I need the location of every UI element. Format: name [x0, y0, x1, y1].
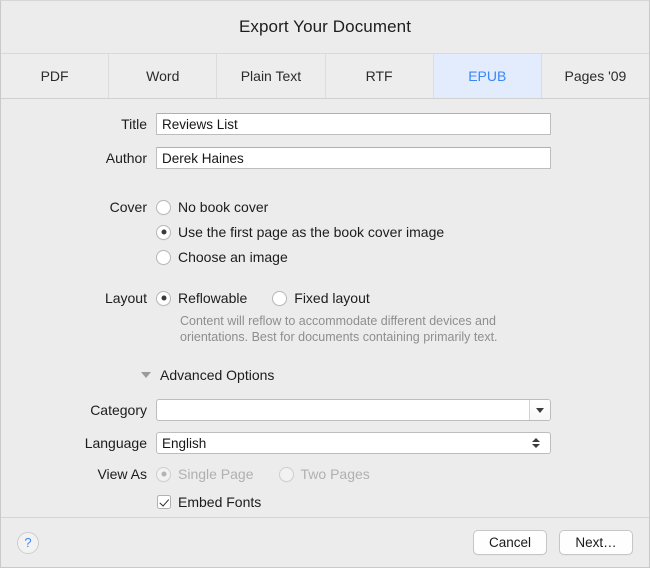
radio-icon-no-book-cover: [156, 199, 171, 215]
tab-pdf[interactable]: PDF: [1, 54, 110, 98]
radio-label-no-book-cover: No book cover: [178, 199, 269, 215]
embed-fonts-label: Embed Fonts: [178, 494, 262, 510]
tab-word[interactable]: Word: [109, 54, 218, 98]
category-row: Category: [1, 399, 649, 421]
radio-icon-two-pages: [278, 466, 294, 482]
radio-label-choose-an-image: Choose an image: [178, 249, 288, 265]
radio-label-use-first-page: Use the first page as the book cover ima…: [178, 224, 445, 240]
radio-choose-an-image[interactable]: Choose an image: [156, 249, 288, 265]
radio-label-two-pages: Two Pages: [300, 466, 370, 482]
dialog-titlebar: Export Your Document: [1, 1, 649, 53]
chevron-down-icon[interactable]: [529, 400, 550, 420]
advanced-options-disclosure[interactable]: Advanced Options: [141, 367, 274, 383]
view-as-label: View As: [97, 466, 147, 482]
author-label: Author: [105, 150, 147, 166]
radio-icon-use-first-page: [156, 224, 171, 240]
radio-icon-choose-an-image: [156, 249, 171, 265]
radio-fixed-layout[interactable]: Fixed layout: [272, 290, 370, 306]
radio-label-reflowable: Reflowable: [178, 290, 248, 306]
advanced-options-label: Advanced Options: [160, 367, 275, 383]
author-row: Author Derek Haines: [1, 147, 649, 169]
layout-label: Layout: [104, 290, 147, 306]
author-input[interactable]: Derek Haines: [156, 147, 551, 169]
radio-reflowable[interactable]: Reflowable: [156, 290, 247, 306]
language-popup-button[interactable]: English: [156, 432, 551, 454]
view-as-row: View As Single Page Two Pages: [1, 466, 649, 482]
radio-label-fixed-layout: Fixed layout: [294, 290, 370, 306]
radio-icon-fixed-layout: [272, 290, 288, 306]
title-label: Title: [121, 116, 147, 132]
title-row: Title Reviews List: [1, 113, 649, 135]
radio-icon-single-page: [156, 466, 171, 482]
tab-rtf[interactable]: RTF: [325, 54, 434, 98]
layout-help-row: Content will reflow to accommodate diffe…: [1, 313, 649, 345]
cover-option-row-2: Use the first page as the book cover ima…: [1, 224, 649, 240]
category-combobox[interactable]: [156, 399, 551, 421]
dialog-title: Export Your Document: [238, 17, 412, 36]
radio-icon-reflowable: [156, 290, 171, 306]
cover-row: Cover No book cover: [1, 199, 649, 215]
category-label: Category: [90, 402, 147, 418]
help-button[interactable]: ?: [17, 531, 39, 554]
triangle-down-icon: [141, 372, 151, 378]
language-label: Language: [84, 435, 147, 451]
dialog-footer: ? Cancel Next…: [1, 517, 649, 567]
export-options-panel: Title Reviews List Author Derek Haines C…: [1, 113, 649, 532]
radio-use-first-page[interactable]: Use the first page as the book cover ima…: [156, 224, 444, 240]
embed-fonts-checkbox[interactable]: Embed Fonts: [157, 494, 261, 510]
radio-no-book-cover[interactable]: No book cover: [156, 199, 268, 215]
tab-plain-text[interactable]: Plain Text: [217, 54, 326, 98]
language-value: English: [162, 435, 207, 451]
export-dialog-window: Export Your Document PDF Word Plain Text…: [0, 0, 650, 568]
cover-option-row-3: Choose an image: [1, 249, 649, 265]
updown-chevron-icon: [529, 437, 543, 449]
format-tab-bar: PDF Word Plain Text RTF EPUB Pages '09: [1, 53, 649, 99]
title-input[interactable]: Reviews List: [156, 113, 551, 135]
advanced-options-row: Advanced Options: [1, 367, 649, 383]
tab-epub[interactable]: EPUB: [433, 54, 542, 98]
radio-label-single-page: Single Page: [178, 466, 254, 482]
cancel-button[interactable]: Cancel: [473, 530, 547, 555]
tab-pages-09[interactable]: Pages '09: [541, 54, 649, 98]
embed-fonts-row: Embed Fonts: [1, 494, 649, 510]
next-button[interactable]: Next…: [559, 530, 633, 555]
layout-help-text: Content will reflow to accommodate diffe…: [180, 314, 498, 344]
radio-single-page: Single Page: [156, 466, 254, 482]
radio-two-pages: Two Pages: [278, 466, 370, 482]
checkmark-icon: [157, 495, 171, 509]
language-row: Language English: [1, 432, 649, 454]
cover-label: Cover: [109, 199, 147, 215]
layout-row: Layout Reflowable Fixed layout: [1, 290, 649, 306]
